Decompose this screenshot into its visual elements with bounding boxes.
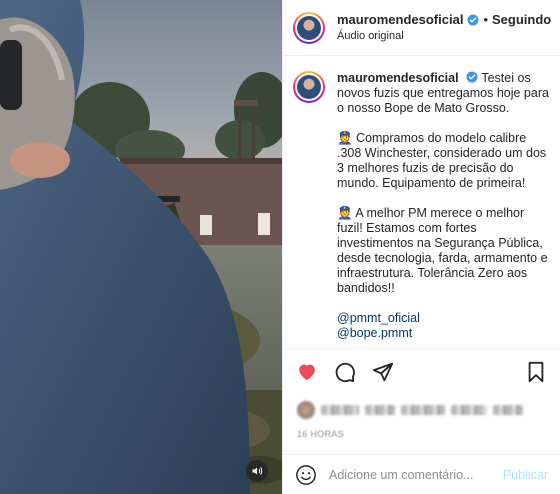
save-button[interactable] (524, 360, 548, 384)
audio-toggle-button[interactable] (246, 460, 268, 482)
post-date: 16 HORAS (297, 429, 344, 439)
post-media[interactable] (0, 0, 282, 494)
redacted-text (451, 405, 487, 415)
header-username-link[interactable]: mauromendesoficial (337, 12, 463, 28)
avatar[interactable] (293, 11, 325, 44)
following-button[interactable]: Seguindo (492, 12, 551, 28)
liker-avatar (297, 401, 315, 419)
post-photo (0, 0, 282, 494)
separator-dot: • (483, 11, 488, 27)
caption-paragraph-2: 👮 Compramos do modelo calibre .308 Winch… (337, 131, 547, 190)
emoji-icon[interactable] (295, 464, 317, 486)
post-side-panel: mauromendesoficial • Seguindo Áudio orig… (282, 0, 560, 494)
redacted-text (321, 405, 359, 415)
caption-text: mauromendesoficial Testei os novos fuzis… (337, 71, 550, 341)
verified-badge-icon (467, 14, 479, 26)
original-audio-link[interactable]: Áudio original (337, 30, 551, 44)
comment-button[interactable] (333, 360, 357, 384)
post-actions-section: 16 HORAS (283, 348, 560, 443)
caption-paragraph-3: 👮 A melhor PM merece o melhor fuzil! Est… (337, 206, 548, 295)
caption-username-link[interactable]: mauromendesoficial (337, 71, 459, 85)
verified-badge-icon (466, 71, 478, 83)
heart-filled-icon (299, 364, 315, 381)
liked-by-row[interactable] (283, 395, 560, 425)
post-header: mauromendesoficial • Seguindo Áudio orig… (283, 0, 560, 56)
action-bar (283, 349, 560, 395)
bookmark-icon (528, 361, 544, 383)
speaker-icon (252, 467, 263, 475)
caption-section: mauromendesoficial Testei os novos fuzis… (283, 57, 560, 341)
redacted-text (493, 405, 523, 415)
share-button[interactable] (371, 360, 395, 384)
comment-input[interactable] (329, 467, 499, 482)
comment-icon (335, 362, 355, 383)
mention-bope-pmmt[interactable]: @bope.pmmt (337, 326, 550, 341)
redacted-text (365, 405, 395, 415)
publish-button[interactable]: Publicar (503, 468, 548, 482)
redacted-text (401, 405, 445, 415)
caption-avatar[interactable] (293, 71, 325, 103)
mention-pmmt-oficial[interactable]: @pmmt_oficial (337, 311, 550, 326)
comment-bar: Publicar (283, 454, 560, 494)
like-button[interactable] (295, 360, 319, 384)
paper-plane-icon (372, 362, 394, 382)
